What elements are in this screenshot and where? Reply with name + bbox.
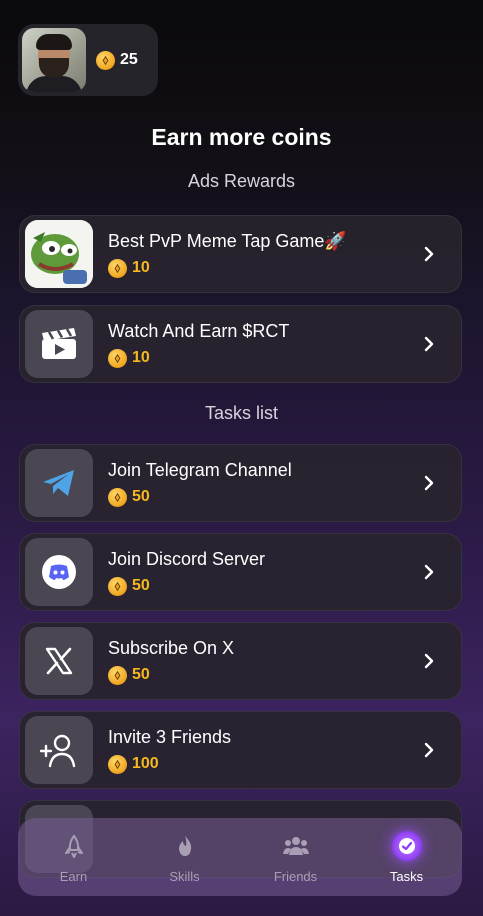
nav-item-skills[interactable]: Skills — [129, 818, 240, 896]
reward-value: 50 — [132, 577, 150, 594]
section-title-tasks: Tasks list — [204, 403, 278, 423]
chevron-right-icon — [415, 558, 443, 586]
task-card-x[interactable]: Subscribe On X 50 — [19, 622, 462, 700]
chevron-right-icon — [415, 240, 443, 268]
coin-icon — [108, 348, 127, 368]
coin-icon — [108, 258, 127, 278]
nav-label: Tasks — [389, 868, 424, 884]
coin-balance: 25 — [96, 50, 138, 70]
coin-icon — [108, 665, 127, 685]
balance-value: 25 — [120, 51, 138, 68]
profile-card[interactable]: 25 — [18, 24, 158, 96]
task-title: Join Telegram Channel — [108, 459, 292, 480]
nav-item-friends[interactable]: Friends — [240, 818, 351, 896]
pepe-frog-image — [25, 220, 93, 288]
chevron-right-icon — [415, 736, 443, 764]
ad-card-watch-earn[interactable]: Watch And Earn $RCT 10 — [19, 305, 462, 383]
task-title: Join Discord Server — [108, 548, 266, 569]
reward-value: 50 — [132, 488, 150, 505]
nav-item-earn[interactable]: Earn — [18, 818, 129, 896]
reward-value: 50 — [132, 666, 150, 683]
reward-value: 10 — [132, 259, 150, 276]
clapperboard-icon — [25, 310, 93, 378]
nav-label: Skills — [169, 868, 200, 884]
nav-label: Friends — [273, 868, 318, 884]
bottom-nav: Earn Skills Friends Tasks — [18, 818, 462, 896]
page-title: Earn more coins — [151, 124, 332, 150]
add-user-icon — [25, 716, 93, 784]
coin-icon — [108, 576, 127, 596]
ad-card-pvp-game[interactable]: Best PvP Meme Tap Game🚀 10 — [19, 215, 462, 293]
task-card-discord[interactable]: Join Discord Server 50 — [19, 533, 462, 611]
avatar — [22, 28, 86, 92]
chevron-right-icon — [415, 469, 443, 497]
chevron-right-icon — [415, 330, 443, 358]
task-card-telegram[interactable]: Join Telegram Channel 50 — [19, 444, 462, 522]
ad-title: Watch And Earn $RCT — [108, 320, 290, 341]
chevron-right-icon — [415, 647, 443, 675]
coin-icon — [108, 754, 127, 774]
reward-value: 100 — [132, 755, 159, 772]
task-title: Subscribe On X — [108, 637, 235, 658]
check-circle-icon — [391, 830, 422, 861]
section-title-ads: Ads Rewards — [187, 171, 296, 191]
task-card-invite-friends[interactable]: Invite 3 Friends 100 — [19, 711, 462, 789]
nav-item-tasks[interactable]: Tasks — [351, 818, 462, 896]
rocket-icon — [59, 831, 89, 861]
coin-icon — [96, 50, 115, 70]
coin-icon — [108, 487, 127, 507]
x-logo-icon — [25, 627, 93, 695]
telegram-icon — [25, 449, 93, 517]
friends-icon — [281, 831, 311, 861]
ad-title: Best PvP Meme Tap Game🚀 — [108, 230, 347, 251]
fire-icon — [170, 831, 200, 861]
nav-label: Earn — [59, 868, 88, 884]
reward-value: 10 — [132, 349, 150, 366]
discord-icon — [25, 538, 93, 606]
task-title: Invite 3 Friends — [108, 726, 232, 747]
